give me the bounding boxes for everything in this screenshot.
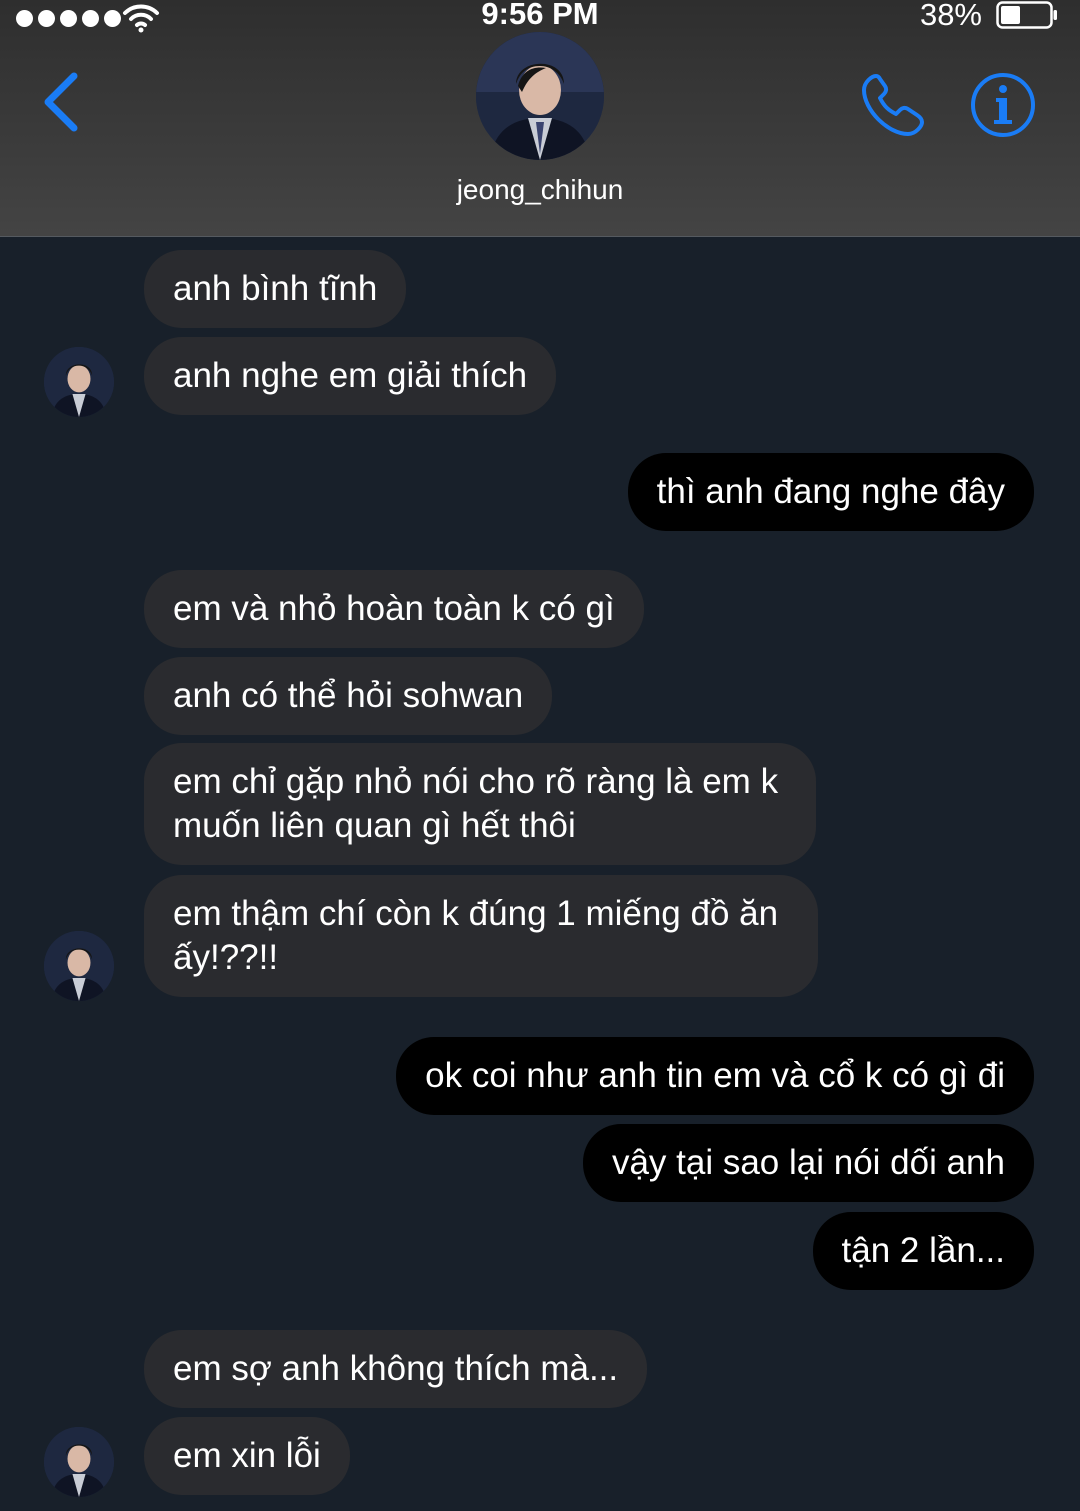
outgoing-message[interactable]: vậy tại sao lại nói dối anh [582,1124,1034,1202]
incoming-message[interactable]: anh bình tĩnh [144,250,407,328]
incoming-message[interactable]: em xin lỗi [144,1417,350,1495]
battery-percentage: 38% [919,0,982,32]
battery-icon [996,1,1057,29]
sender-avatar[interactable] [44,347,114,417]
outgoing-message[interactable]: ok coi như anh tin em và cổ k có gì đi [396,1037,1034,1115]
incoming-message[interactable]: anh nghe em giải thích [144,337,557,415]
incoming-message[interactable]: em chỉ gặp nhỏ nói cho rõ ràng là em k m… [144,743,816,865]
phone-icon[interactable] [858,70,928,140]
info-icon[interactable] [970,72,1036,138]
contact-avatar[interactable] [476,32,604,160]
chevron-left-icon[interactable] [36,70,86,134]
incoming-message[interactable]: anh có thể hỏi sohwan [144,657,553,735]
outgoing-message[interactable]: tận 2 lần... [812,1212,1034,1290]
incoming-message[interactable]: em và nhỏ hoàn toàn k có gì [144,570,644,648]
sender-avatar[interactable] [44,1427,114,1497]
status-time: 9:56 PM [481,0,599,31]
sender-avatar[interactable] [44,931,114,1001]
status-bar: 9:56 PM 38% [0,0,1080,34]
conversation-header: 9:56 PM 38% jeong_chihun [0,0,1080,237]
outgoing-message[interactable]: thì anh đang nghe đây [627,453,1034,531]
contact-name[interactable]: jeong_chihun [0,174,1080,206]
incoming-message[interactable]: em sợ anh không thích mà... [144,1330,648,1408]
incoming-message[interactable]: em thậm chí còn k đúng 1 miếng đồ ăn ấy!… [144,875,818,997]
